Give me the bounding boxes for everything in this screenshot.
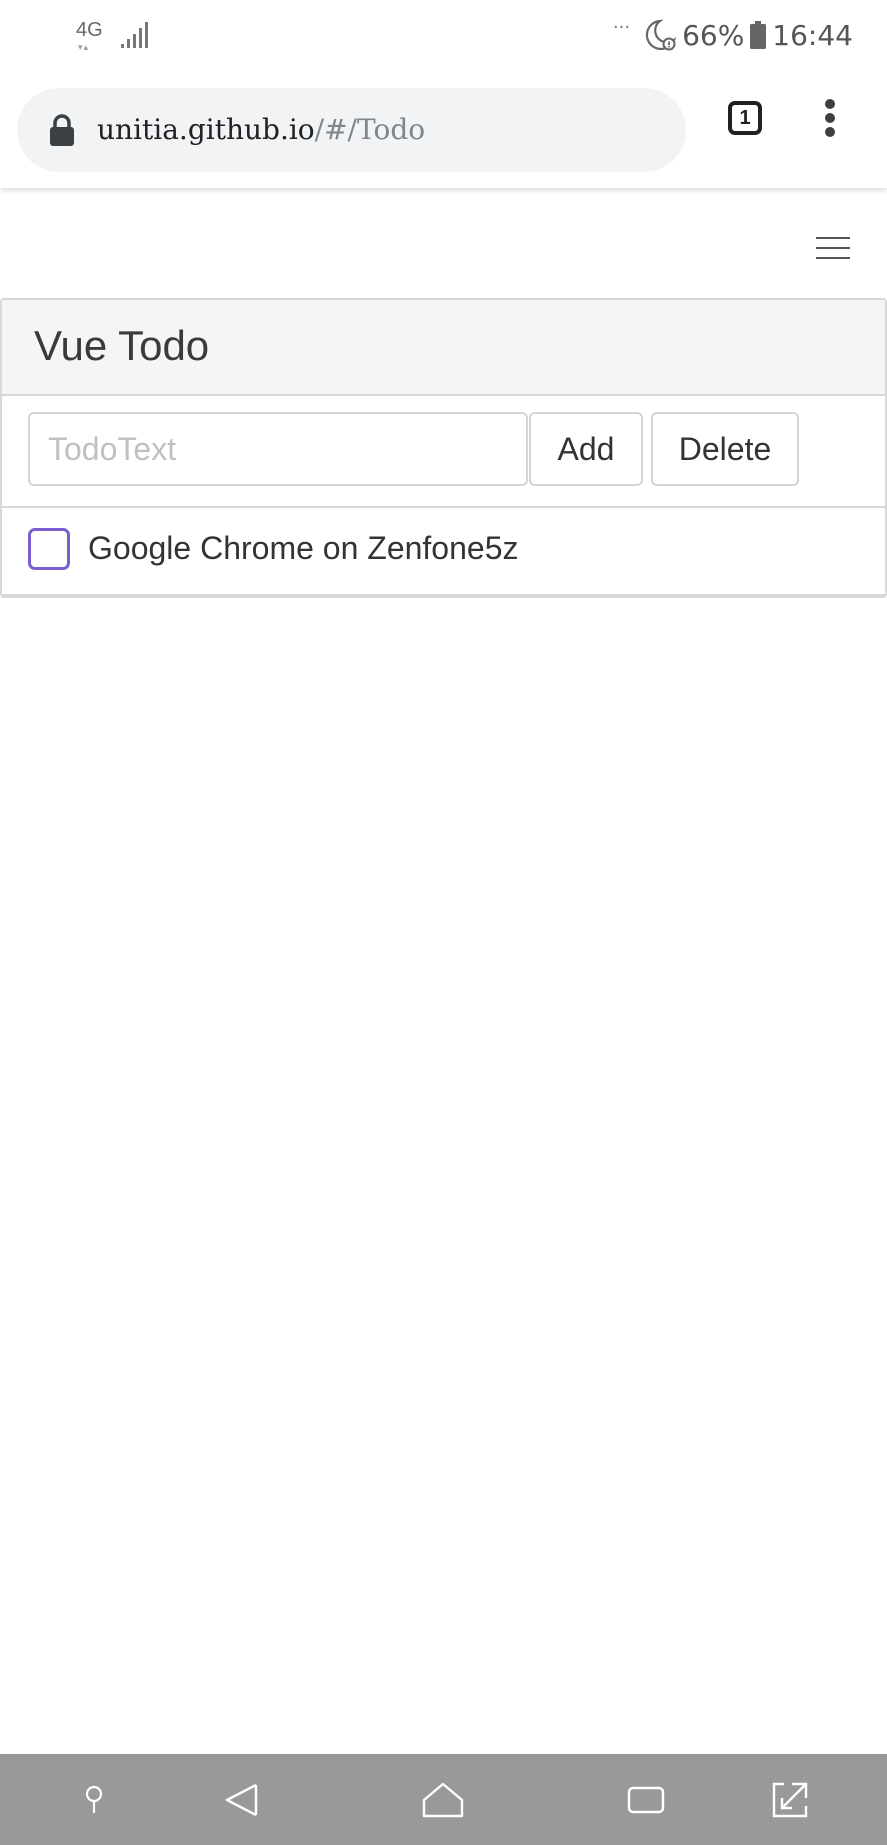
battery-percent: 66% — [682, 18, 745, 52]
todo-text: Google Chrome on Zenfone5z — [88, 530, 519, 566]
back-button[interactable] — [216, 1774, 268, 1826]
home-icon — [422, 1782, 464, 1818]
pin-icon — [85, 1785, 103, 1813]
todo-checkbox[interactable] — [28, 528, 70, 570]
todo-list: Google Chrome on Zenfone5z — [2, 508, 885, 596]
fullscreen-toggle-button[interactable] — [764, 1774, 816, 1826]
home-button[interactable] — [417, 1774, 469, 1826]
tab-count-icon: 1 — [728, 101, 762, 135]
do-not-disturb-moon-icon — [645, 19, 677, 51]
network-type-label: 4G — [76, 19, 103, 41]
page-title: Vue Todo — [34, 322, 210, 369]
navbar-toggle-button[interactable] — [806, 226, 862, 270]
screen: 4G ▾▴ ··· 66% 16:44 unitia.github.io/#/T… — [0, 0, 887, 1845]
todo-text-input[interactable] — [28, 412, 528, 486]
list-item: Google Chrome on Zenfone5z — [2, 508, 885, 596]
recents-icon — [627, 1786, 665, 1814]
url-path: /#/Todo — [314, 113, 426, 146]
more-notifications-icon: ··· — [612, 16, 631, 38]
tab-count: 1 — [739, 106, 751, 129]
address-bar[interactable]: unitia.github.io/#/Todo — [17, 88, 686, 172]
hamburger-menu-icon — [816, 237, 850, 259]
lock-icon — [50, 114, 74, 146]
battery-icon — [750, 21, 767, 49]
status-right-group: ··· 66% 16:44 — [612, 16, 853, 52]
url-host: unitia.github.io — [97, 113, 315, 146]
todo-card: Vue Todo Add Delete Google Chrome on Zen… — [0, 298, 887, 598]
tab-switcher-button[interactable]: 1 — [720, 93, 770, 143]
url-text[interactable]: unitia.github.io/#/Todo — [97, 88, 425, 172]
browser-menu-button[interactable] — [805, 93, 855, 143]
more-vert-icon — [825, 99, 835, 137]
browser-toolbar: unitia.github.io/#/Todo 1 — [0, 74, 887, 188]
pin-keyboard-button[interactable] — [68, 1774, 120, 1826]
status-bar: 4G ▾▴ ··· 66% 16:44 — [0, 0, 887, 74]
app-navbar — [0, 188, 887, 298]
signal-strength-icon — [121, 22, 148, 48]
expand-icon — [772, 1782, 808, 1818]
system-navigation-bar — [0, 1754, 887, 1845]
delete-button[interactable]: Delete — [651, 412, 799, 486]
todo-form: Add Delete — [2, 396, 885, 508]
back-triangle-icon — [225, 1783, 258, 1817]
recent-apps-button[interactable] — [620, 1774, 672, 1826]
card-header: Vue Todo — [2, 300, 885, 396]
network-activity-icon: ▾▴ — [78, 42, 90, 52]
add-button[interactable]: Add — [529, 412, 643, 486]
clock: 16:44 — [772, 18, 853, 52]
